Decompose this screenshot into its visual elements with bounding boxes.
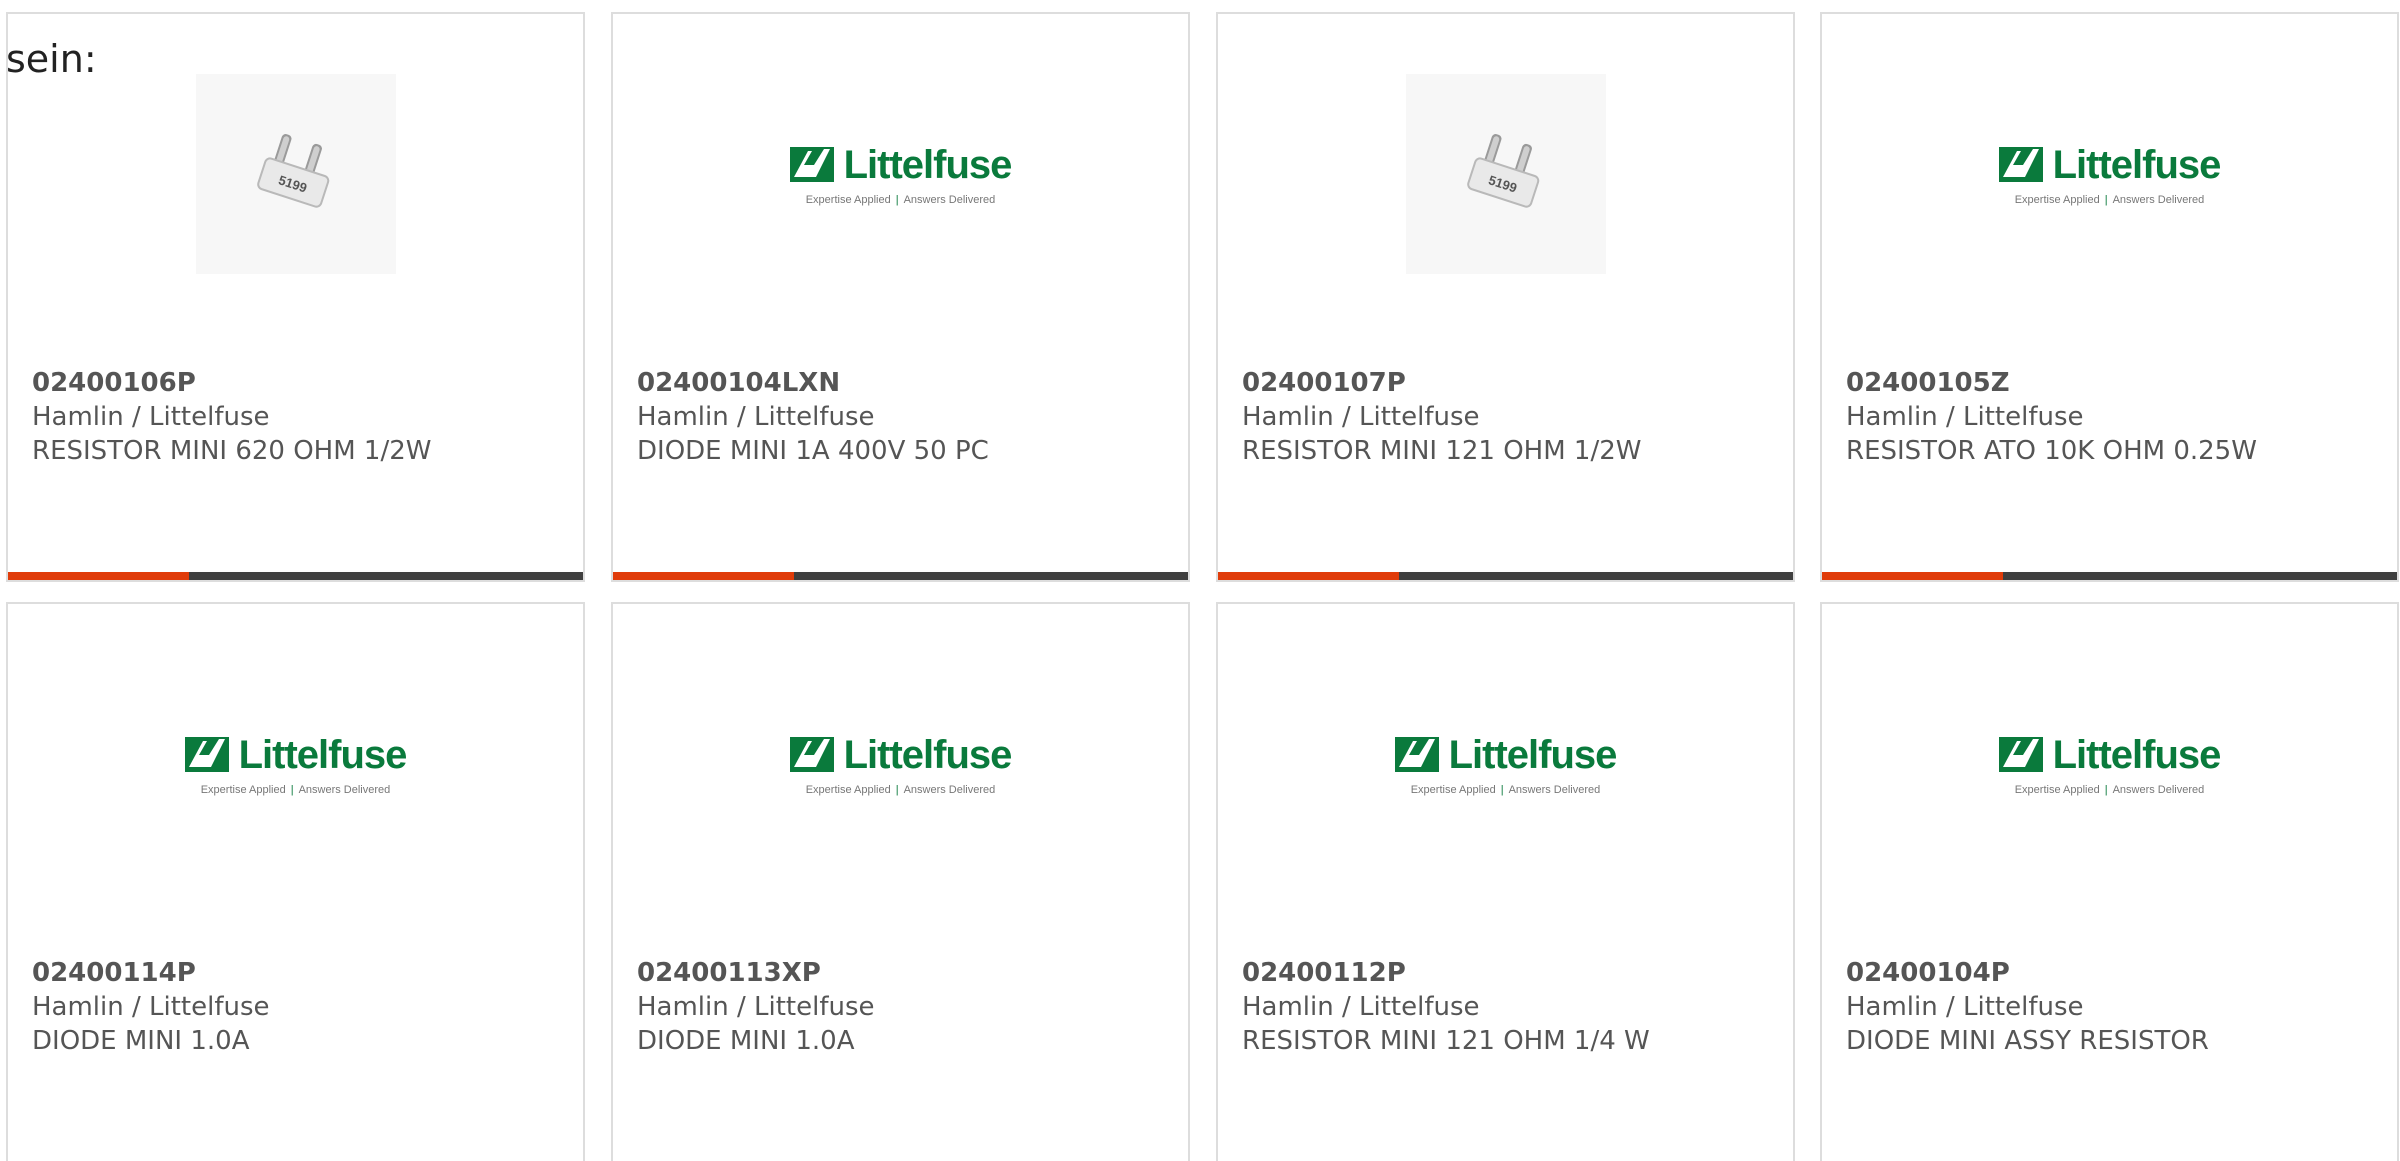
logo-wordmark: Littelfuse [2052,732,2222,777]
logo-wordmark: Littelfuse [1448,732,1618,777]
product-card[interactable]: Littelfuse Expertise Applied | Answers Del… [1216,602,1795,1161]
product-description: DIODE MINI 1.0A [637,1026,855,1056]
logo-wordmark: Littelfuse [2052,142,2222,187]
manufacturer: Hamlin / Littelfuse [637,402,875,432]
logo-tagline: Expertise Applied | Answers Delivered [805,783,996,796]
part-number[interactable]: 02400104LXN [637,366,1176,400]
intro-text: sein: [6,37,97,81]
manufacturer: Hamlin / Littelfuse [1242,992,1480,1022]
part-number[interactable]: 02400106P [32,366,571,400]
littelfuse-mark-icon [789,733,834,777]
littelfuse-mark-icon [1998,733,2043,777]
product-thumbnail[interactable]: Littelfuse Expertise Applied | Answers Del… [8,664,583,864]
product-thumbnail[interactable]: 5199 [1218,74,1793,274]
littelfuse-mark-icon [789,143,834,187]
logo-wordmark: Littelfuse [843,732,1013,777]
product-card[interactable]: Littelfuse Expertise Applied | Answers Del… [611,602,1190,1161]
littelfuse-logo[interactable]: Littelfuse Expertise Applied | Answers Del… [184,732,408,796]
part-number[interactable]: 02400107P [1242,366,1781,400]
product-description: DIODE MINI ASSY RESISTOR [1846,1026,2209,1056]
manufacturer: Hamlin / Littelfuse [32,992,270,1022]
logo-tagline: Expertise Applied | Answers Delivered [1410,783,1601,796]
product-card[interactable]: Littelfuse Expertise Applied | Answers Del… [1820,602,2399,1161]
littelfuse-logo[interactable]: Littelfuse Expertise Applied | Answers Del… [789,142,1013,206]
product-description: DIODE MINI 1.0A [32,1026,250,1056]
logo-tagline: Expertise Applied | Answers Delivered [2014,783,2205,796]
product-info: 02400104P Hamlin / Littelfuse DIODE MINI… [1846,956,2385,1058]
product-card[interactable]: 5199 02400107P Hamlin / Littelfuse RESIS… [1216,12,1795,582]
product-description: RESISTOR MINI 121 OHM 1/4 W [1242,1026,1650,1056]
product-description: RESISTOR MINI 620 OHM 1/2W [32,436,432,466]
card-footer-bar [613,572,1188,580]
product-info: 02400113XP Hamlin / Littelfuse DIODE MIN… [637,956,1176,1058]
manufacturer: Hamlin / Littelfuse [1846,992,2084,1022]
product-description: DIODE MINI 1A 400V 50 PC [637,436,989,466]
product-card[interactable]: Littelfuse Expertise Applied | Answers Del… [1820,12,2399,582]
product-card[interactable]: 5199 02400106P Hamlin / Littelfuse RESIS… [6,12,585,582]
littelfuse-logo[interactable]: Littelfuse Expertise Applied | Answers Del… [1998,142,2222,206]
product-info: 02400107P Hamlin / Littelfuse RESISTOR M… [1242,366,1781,468]
product-info: 02400106P Hamlin / Littelfuse RESISTOR M… [32,366,571,468]
product-card[interactable]: Littelfuse Expertise Applied | Answers Del… [6,602,585,1161]
product-info: 02400114P Hamlin / Littelfuse DIODE MINI… [32,956,571,1058]
logo-tagline: Expertise Applied | Answers Delivered [805,193,996,206]
logo-tagline: Expertise Applied | Answers Delivered [2014,193,2205,206]
part-number[interactable]: 02400112P [1242,956,1781,990]
manufacturer: Hamlin / Littelfuse [1242,402,1480,432]
product-thumbnail[interactable]: Littelfuse Expertise Applied | Answers Del… [613,664,1188,864]
littelfuse-mark-icon [1998,143,2043,187]
product-info: 02400104LXN Hamlin / Littelfuse DIODE MI… [637,366,1176,468]
part-number[interactable]: 02400114P [32,956,571,990]
littelfuse-logo[interactable]: Littelfuse Expertise Applied | Answers Del… [1394,732,1618,796]
product-thumbnail[interactable]: Littelfuse Expertise Applied | Answers Del… [1822,74,2397,274]
logo-wordmark: Littelfuse [843,142,1013,187]
fuse-image[interactable]: 5199 [1405,74,1606,274]
part-number[interactable]: 02400113XP [637,956,1176,990]
product-thumbnail[interactable]: Littelfuse Expertise Applied | Answers Del… [613,74,1188,274]
littelfuse-logo[interactable]: Littelfuse Expertise Applied | Answers Del… [1998,732,2222,796]
product-thumbnail[interactable]: Littelfuse Expertise Applied | Answers Del… [1218,664,1793,864]
littelfuse-logo[interactable]: Littelfuse Expertise Applied | Answers Del… [789,732,1013,796]
product-info: 02400105Z Hamlin / Littelfuse RESISTOR A… [1846,366,2385,468]
part-number[interactable]: 02400105Z [1846,366,2385,400]
manufacturer: Hamlin / Littelfuse [32,402,270,432]
card-footer-bar [1822,572,2397,580]
card-footer-bar [8,572,583,580]
product-card[interactable]: Littelfuse Expertise Applied | Answers Del… [611,12,1190,582]
product-thumbnail[interactable]: Littelfuse Expertise Applied | Answers Del… [1822,664,2397,864]
product-description: RESISTOR ATO 10K OHM 0.25W [1846,436,2257,466]
littelfuse-mark-icon [184,733,229,777]
product-description: RESISTOR MINI 121 OHM 1/2W [1242,436,1642,466]
littelfuse-mark-icon [1394,733,1439,777]
part-number[interactable]: 02400104P [1846,956,2385,990]
logo-wordmark: Littelfuse [238,732,408,777]
manufacturer: Hamlin / Littelfuse [1846,402,2084,432]
fuse-image[interactable]: 5199 [195,74,396,274]
manufacturer: Hamlin / Littelfuse [637,992,875,1022]
card-footer-bar [1218,572,1793,580]
product-grid: sein: 5199 02400106P Hamlin / Littelfuse… [0,0,2400,1161]
product-info: 02400112P Hamlin / Littelfuse RESISTOR M… [1242,956,1781,1058]
product-thumbnail[interactable]: 5199 [8,74,583,274]
logo-tagline: Expertise Applied | Answers Delivered [200,783,391,796]
